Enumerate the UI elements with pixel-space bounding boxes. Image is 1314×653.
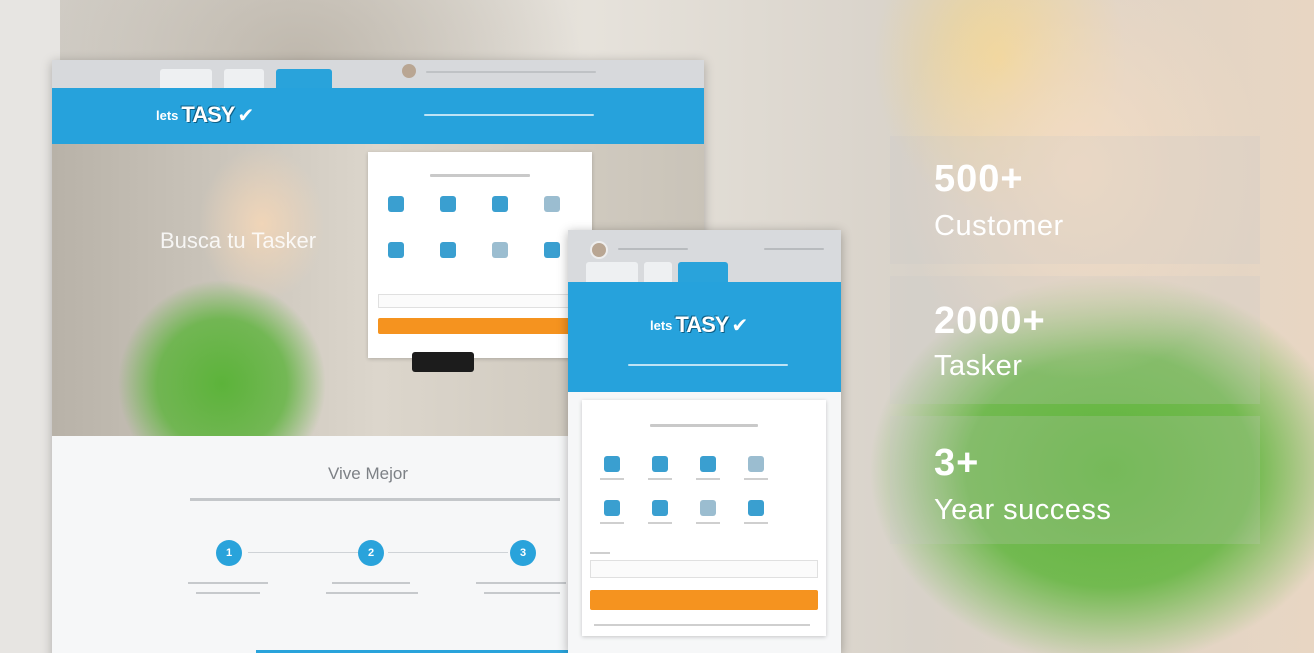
section-subtitle	[190, 498, 560, 501]
car-icon	[652, 456, 668, 472]
garden-icon	[700, 500, 716, 516]
icon-label	[600, 522, 624, 524]
site-header: lets TASY ✔	[52, 88, 704, 144]
step-3-caption	[484, 592, 560, 594]
top-links	[426, 71, 596, 73]
booking-form-card	[368, 152, 592, 358]
step-2-caption	[332, 582, 410, 584]
icon-label	[744, 478, 768, 480]
icon-label	[600, 478, 624, 480]
browser-tab	[224, 69, 264, 88]
app-store-badge[interactable]	[412, 352, 474, 372]
avatar	[590, 241, 608, 259]
step-connector	[388, 552, 508, 553]
stat-number: 2000+	[934, 300, 1046, 342]
step-connector	[248, 552, 368, 553]
step-2-badge: 2	[358, 540, 384, 566]
location-input[interactable]	[590, 560, 818, 578]
mobile-top-bar	[568, 230, 841, 282]
icon-label	[696, 522, 720, 524]
paint-roller-icon	[388, 242, 404, 258]
browser-tab-active	[678, 262, 728, 282]
section-title: Vive Mejor	[328, 464, 408, 483]
site-nav	[628, 364, 788, 366]
search-button[interactable]	[590, 590, 818, 610]
wrench-icon	[604, 456, 620, 472]
moving-icon	[440, 242, 456, 258]
car-icon	[440, 196, 456, 212]
form-title	[430, 174, 530, 177]
mobile-header: lets TASY ✔	[568, 282, 841, 392]
site-logo: lets TASY ✔	[650, 312, 749, 337]
garden-icon	[492, 242, 508, 258]
stat-label: Customer	[934, 210, 1064, 242]
browser-tab	[644, 262, 672, 282]
site-logo: lets TASY ✔	[156, 102, 255, 127]
browser-bar	[52, 60, 704, 88]
stat-label: Tasker	[934, 350, 1023, 382]
disclaimer-text	[594, 624, 810, 626]
tools-icon	[492, 196, 508, 212]
step-1-badge: 1	[216, 540, 242, 566]
step-1-caption	[196, 592, 260, 594]
avatar	[402, 64, 416, 78]
stat-customers: 500+ Customer	[890, 136, 1260, 264]
plumbing-icon	[544, 242, 560, 258]
paint-roller-icon	[604, 500, 620, 516]
icon-label	[648, 478, 672, 480]
mobile-mockup: lets TASY ✔	[568, 230, 841, 653]
plumbing-icon	[748, 500, 764, 516]
moving-icon	[652, 500, 668, 516]
icon-label	[696, 478, 720, 480]
browser-tab-active	[276, 69, 332, 88]
booking-form-card	[582, 400, 826, 636]
left-margin	[0, 0, 60, 653]
step-3-badge: 3	[510, 540, 536, 566]
step-1-caption	[188, 582, 268, 584]
user-links	[618, 248, 688, 250]
step-3-caption	[476, 582, 566, 584]
icon-label	[648, 522, 672, 524]
hero-headline: Busca tu Tasker	[160, 228, 317, 253]
browser-tab	[160, 69, 212, 88]
search-button[interactable]	[378, 318, 582, 334]
browser-tab	[586, 262, 638, 282]
stat-years: 3+ Year success	[890, 416, 1260, 544]
step-2-caption	[326, 592, 418, 594]
location-input[interactable]	[378, 294, 582, 308]
icon-label	[744, 522, 768, 524]
cleaning-icon	[748, 456, 764, 472]
stat-number: 3+	[934, 442, 980, 484]
stat-label: Year success	[934, 494, 1112, 526]
stat-number: 500+	[934, 158, 1024, 200]
tools-icon	[700, 456, 716, 472]
site-nav	[424, 114, 594, 116]
wrench-icon	[388, 196, 404, 212]
stat-taskers: 2000+ Tasker	[890, 276, 1260, 404]
account-links	[764, 248, 824, 250]
form-title	[650, 424, 758, 427]
cleaning-icon	[544, 196, 560, 212]
field-label	[590, 552, 610, 554]
